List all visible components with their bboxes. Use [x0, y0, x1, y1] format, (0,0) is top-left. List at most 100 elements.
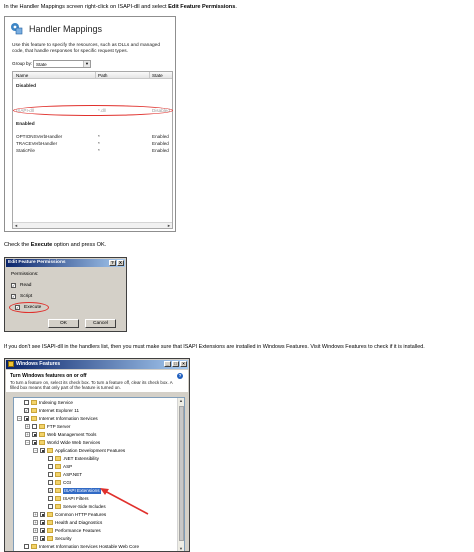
folder-icon [55, 464, 61, 469]
chevron-down-icon: ▼ [83, 61, 90, 67]
scroll-left-icon[interactable]: ◄ [13, 223, 19, 228]
feature-checkbox[interactable] [48, 472, 53, 477]
group-by-control: Group by: State ▼ [12, 60, 92, 68]
handler-mappings-grid: Name Path State Disabled ISAPI-dll *.dll… [12, 71, 173, 229]
step3-text: If you don't see ISAPI-dll in the handle… [4, 344, 425, 350]
expand-icon[interactable]: + [25, 432, 30, 437]
feature-checkbox[interactable] [48, 504, 53, 509]
feature-checkbox[interactable] [48, 496, 53, 501]
feature-checkbox[interactable] [48, 464, 53, 469]
folder-icon [31, 416, 37, 421]
close-button[interactable]: X [117, 260, 124, 266]
read-label: Read [20, 283, 32, 288]
group-by-select[interactable]: State ▼ [33, 60, 91, 68]
feature-checkbox[interactable] [32, 440, 37, 445]
vertical-scrollbar[interactable]: ▲ ▼ [177, 398, 184, 551]
scrollbar-thumb[interactable] [179, 406, 184, 541]
table-row[interactable]: OPTIONSVerbHandler * Enabled [13, 134, 172, 140]
maximize-button[interactable]: □ [172, 361, 179, 367]
feature-checkbox[interactable] [40, 448, 45, 453]
ok-button[interactable]: OK [48, 319, 79, 328]
row-state: Enabled [152, 141, 169, 146]
grid-header: Name Path State [13, 72, 172, 79]
feature-checkbox[interactable] [40, 520, 45, 525]
folder-icon [55, 488, 61, 493]
group-header-disabled: Disabled [16, 84, 36, 89]
feature-checkbox[interactable] [48, 480, 53, 485]
dialog-header: Turn Windows features on or off ? To tur… [6, 370, 188, 392]
dialog-description: To turn a feature on, select its check b… [10, 380, 173, 391]
tree-item-label: ISAPI Filters [63, 496, 89, 501]
read-checkbox[interactable]: ✓ Read [11, 283, 71, 290]
folder-icon [39, 432, 45, 437]
table-row[interactable]: TRACEVerbHandler * Enabled [13, 141, 172, 147]
help-icon[interactable]: ? [177, 373, 183, 379]
scroll-down-icon[interactable]: ▼ [178, 546, 184, 551]
scroll-right-icon[interactable]: ► [166, 223, 172, 228]
column-header-path[interactable]: Path [98, 73, 107, 78]
close-button[interactable]: × [180, 361, 187, 367]
dialog-titlebar: Edit Feature Permissions ? X [6, 259, 125, 267]
horizontal-scrollbar[interactable]: ◄ ► [13, 222, 172, 228]
feature-checkbox[interactable] [24, 400, 29, 405]
row-state: Enabled [152, 134, 169, 139]
column-header-name[interactable]: Name [16, 73, 28, 78]
row-path: * [98, 134, 100, 139]
tree-item-label: ASP [63, 464, 73, 469]
collapse-icon[interactable]: − [33, 448, 38, 453]
step1-text: In the Handler Mappings screen right-cli… [4, 4, 237, 11]
expand-icon[interactable]: + [33, 536, 38, 541]
cancel-button[interactable]: Cancel [85, 319, 116, 328]
step1-text-bold: Edit Feature Permissions [168, 4, 236, 10]
tree-item-label: Health and Diagnostics [55, 520, 103, 525]
feature-checkbox[interactable] [40, 512, 45, 517]
pointer-arrow-icon [100, 488, 149, 515]
collapse-icon[interactable]: − [25, 440, 30, 445]
minimize-button[interactable]: _ [164, 361, 171, 367]
windows-features-icon [8, 361, 14, 367]
row-path: * [98, 141, 100, 146]
tree-item-label: Application Development Features [55, 448, 126, 453]
group-by-value: State [36, 62, 47, 67]
folder-icon [31, 400, 37, 405]
expand-icon[interactable]: + [33, 512, 38, 517]
feature-tree: Indexing Service ✓ Internet Explorer 11 − In… [13, 397, 185, 551]
collapse-icon[interactable]: − [17, 416, 22, 421]
dialog-title: Windows Features [16, 361, 61, 367]
checkbox-check-icon: ✓ [11, 294, 16, 299]
folder-icon [39, 440, 45, 445]
tree-item-label: Internet Information Services [39, 416, 98, 421]
feature-checkbox[interactable]: ✓ [24, 408, 29, 413]
column-header-state[interactable]: State [152, 73, 163, 78]
scroll-up-icon[interactable]: ▲ [178, 398, 184, 404]
expand-icon[interactable]: + [25, 424, 30, 429]
feature-checkbox[interactable] [32, 432, 37, 437]
feature-checkbox[interactable] [40, 528, 45, 533]
help-button[interactable]: ? [109, 260, 116, 266]
feature-checkbox[interactable] [40, 536, 45, 541]
tree-item-label: Internet Explorer 11 [39, 408, 80, 413]
expand-icon[interactable]: + [33, 520, 38, 525]
folder-icon [55, 472, 61, 477]
script-label: Script [20, 294, 33, 299]
handler-mappings-description: Use this feature to specify the resource… [12, 43, 160, 54]
feature-checkbox[interactable] [24, 416, 29, 421]
feature-checkbox[interactable] [24, 544, 29, 549]
tree-item-label: Indexing Service [39, 400, 73, 405]
expand-icon[interactable]: + [33, 528, 38, 533]
feature-checkbox[interactable] [48, 456, 53, 461]
script-checkbox[interactable]: ✓ Script [11, 294, 71, 301]
row-state: Enabled [152, 148, 169, 153]
table-row[interactable]: StaticFile * Enabled [13, 148, 172, 154]
folder-icon [47, 528, 53, 533]
tree-item-label: Web Management Tools [47, 432, 97, 437]
folder-icon [31, 408, 37, 413]
tree-item-label: FTP Server [47, 424, 71, 429]
tree-item-label: ISAPI Extensions [63, 488, 101, 494]
feature-checkbox[interactable]: ✓ [48, 488, 53, 493]
highlight-ellipse [9, 302, 49, 313]
tree-item-label: Performance Features [55, 528, 101, 533]
feature-checkbox[interactable] [32, 424, 37, 429]
row-path: * [98, 148, 100, 153]
step2-text-post: option and press OK. [52, 242, 107, 248]
